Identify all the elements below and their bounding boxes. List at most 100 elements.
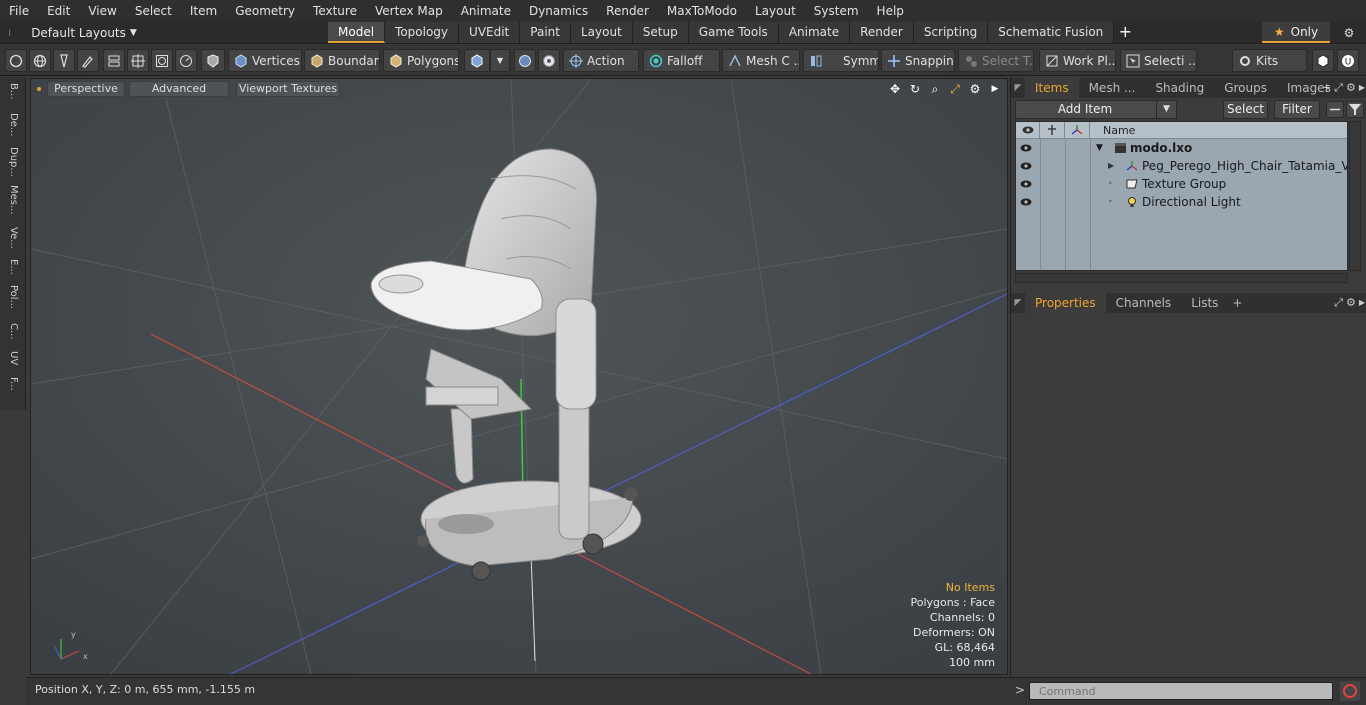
tab-setup[interactable]: Setup bbox=[632, 22, 689, 43]
panel-more-icon[interactable]: ▶ bbox=[1359, 293, 1365, 313]
clock-button[interactable] bbox=[175, 49, 197, 72]
tree-horizontal-scrollbar[interactable] bbox=[1015, 273, 1348, 283]
add-item-button[interactable]: Add Item ▼ bbox=[1015, 100, 1177, 119]
unreal-button[interactable]: U bbox=[1337, 49, 1359, 72]
eye-icon[interactable] bbox=[1020, 160, 1032, 172]
unity-button[interactable] bbox=[1312, 49, 1334, 72]
brush-button[interactable] bbox=[77, 49, 99, 72]
panel-settings-icon[interactable]: ⚙ bbox=[1346, 293, 1356, 313]
left-tab-polygon[interactable]: Pol... bbox=[4, 285, 22, 309]
tab-shading[interactable]: Shading bbox=[1145, 78, 1214, 98]
menu-select[interactable]: Select bbox=[126, 0, 181, 22]
add-tab-plus-icon[interactable]: + bbox=[1322, 78, 1331, 98]
tab-model[interactable]: Model bbox=[328, 22, 386, 43]
eye-icon[interactable] bbox=[1020, 178, 1032, 190]
left-tab-vertex[interactable]: Ve... bbox=[4, 227, 22, 249]
menu-geometry[interactable]: Geometry bbox=[226, 0, 304, 22]
tab-layout[interactable]: Layout bbox=[570, 22, 633, 43]
menu-dynamics[interactable]: Dynamics bbox=[520, 0, 597, 22]
mesh-constraint-button[interactable]: Mesh C ... bbox=[722, 49, 800, 72]
left-tab-curve[interactable]: C... bbox=[4, 323, 22, 340]
tree-row-chair-mesh[interactable]: ▶ Peg_Perego_High_Chair_Tatamia_Vertic..… bbox=[1016, 157, 1347, 175]
tab-topology[interactable]: Topology bbox=[385, 22, 460, 43]
tree-row-modo-lxo[interactable]: ▼ modo.lxo bbox=[1016, 139, 1347, 157]
tab-game-tools[interactable]: Game Tools bbox=[688, 22, 779, 43]
tab-lists[interactable]: Lists bbox=[1181, 293, 1228, 313]
funnel-button[interactable] bbox=[1346, 101, 1364, 118]
panel-more-icon[interactable]: ▶ bbox=[1359, 78, 1365, 98]
expand-arrow-icon[interactable]: ▶ bbox=[1108, 157, 1114, 175]
layout-dropdown[interactable]: ⁞ Default Layouts ▼ bbox=[8, 22, 137, 44]
symmetry-button[interactable]: Symm ... bbox=[803, 49, 879, 72]
item-mode-button[interactable] bbox=[464, 49, 490, 72]
panel-settings-icon[interactable]: ⚙ bbox=[1346, 78, 1356, 98]
3d-viewport[interactable]: y x Perspective Advanced Viewport Textur… bbox=[30, 78, 1008, 675]
add-tab-plus-icon[interactable]: + bbox=[1228, 293, 1246, 313]
selection-button[interactable]: Selecti ... bbox=[1120, 49, 1197, 72]
left-tab-fusion[interactable]: F... bbox=[4, 377, 22, 391]
menu-help[interactable]: Help bbox=[868, 0, 913, 22]
left-tab-uv[interactable]: UV bbox=[4, 351, 22, 365]
tree-row-directional-light[interactable]: • Directional Light bbox=[1016, 193, 1347, 211]
advanced-button[interactable]: Advanced bbox=[129, 81, 229, 97]
add-tab-plus-icon[interactable]: + bbox=[1114, 22, 1136, 44]
left-tab-mesh[interactable]: Mes... bbox=[4, 185, 22, 215]
tab-animate[interactable]: Animate bbox=[778, 22, 851, 43]
shield-button[interactable] bbox=[201, 49, 225, 72]
menu-vertex-map[interactable]: Vertex Map bbox=[366, 0, 452, 22]
menu-animate[interactable]: Animate bbox=[452, 0, 520, 22]
viewport-textures-button[interactable]: Viewport Textures bbox=[236, 81, 340, 97]
record-icon[interactable] bbox=[1340, 681, 1360, 701]
tab-items[interactable]: Items bbox=[1025, 78, 1079, 98]
caret-down-icon[interactable]: ▼ bbox=[1156, 101, 1176, 118]
tab-channels[interactable]: Channels bbox=[1106, 293, 1182, 313]
tab-render[interactable]: Render bbox=[850, 22, 914, 43]
expand-panel-icon[interactable]: ⤢ bbox=[1334, 293, 1343, 313]
sphere-button-1[interactable] bbox=[514, 49, 536, 72]
menu-item[interactable]: Item bbox=[181, 0, 226, 22]
snapping-button[interactable]: Snapping bbox=[881, 49, 955, 72]
vertices-button[interactable]: Vertices bbox=[228, 49, 302, 72]
tab-uvedit[interactable]: UVEdit bbox=[459, 22, 521, 43]
menu-view[interactable]: View bbox=[79, 0, 125, 22]
panel-corner-icon[interactable]: ◤ bbox=[1011, 298, 1025, 308]
command-input[interactable] bbox=[1029, 682, 1333, 700]
select-button[interactable]: Select bbox=[1223, 100, 1268, 119]
type-column-header[interactable] bbox=[1065, 122, 1090, 139]
falloff-button[interactable]: Falloff bbox=[643, 49, 720, 72]
menu-render[interactable]: Render bbox=[597, 0, 658, 22]
tab-properties[interactable]: Properties bbox=[1025, 293, 1106, 313]
menu-system[interactable]: System bbox=[805, 0, 868, 22]
select-circle-button[interactable] bbox=[5, 49, 27, 72]
item-mode-dropdown[interactable]: ▼ bbox=[490, 49, 510, 72]
tab-mesh[interactable]: Mesh ... bbox=[1079, 78, 1146, 98]
globe-button[interactable] bbox=[29, 49, 51, 72]
eye-icon[interactable] bbox=[1020, 196, 1032, 208]
work-plane-button[interactable]: Work Pl... bbox=[1039, 49, 1116, 72]
name-column-header[interactable]: Name bbox=[1090, 122, 1347, 139]
left-tab-duplicate[interactable]: Dup... bbox=[4, 147, 22, 177]
tree-vertical-scrollbar[interactable] bbox=[1349, 121, 1361, 271]
maximize-view-icon[interactable]: ⤢ bbox=[947, 81, 963, 97]
left-tab-edge[interactable]: E... bbox=[4, 259, 22, 275]
filter-button[interactable]: Filter bbox=[1274, 100, 1320, 119]
eye-icon[interactable] bbox=[1020, 142, 1032, 154]
tab-scripting[interactable]: Scripting bbox=[913, 22, 989, 43]
left-tab-deform[interactable]: De... bbox=[4, 113, 22, 136]
select-through-button[interactable]: Select T... bbox=[958, 49, 1034, 72]
tab-groups[interactable]: Groups bbox=[1214, 78, 1277, 98]
menu-layout[interactable]: Layout bbox=[746, 0, 805, 22]
sphere-button-2[interactable] bbox=[538, 49, 560, 72]
collapse-button[interactable] bbox=[1326, 101, 1344, 118]
gear-icon[interactable]: ⚙ bbox=[1338, 22, 1360, 44]
center-button[interactable] bbox=[127, 49, 149, 72]
align-button[interactable] bbox=[103, 49, 125, 72]
only-toggle[interactable]: ★ Only bbox=[1262, 22, 1330, 43]
circle-box-button[interactable] bbox=[151, 49, 173, 72]
left-tab-basic[interactable]: B... bbox=[4, 83, 22, 99]
move-view-icon[interactable]: ✥ bbox=[887, 81, 903, 97]
viewport-settings-icon[interactable]: ⚙ bbox=[967, 81, 983, 97]
polygons-button[interactable]: Polygons bbox=[383, 49, 459, 72]
panel-corner-icon[interactable]: ◤ bbox=[1011, 83, 1025, 93]
collapse-arrow-icon[interactable]: ▼ bbox=[1096, 139, 1103, 157]
